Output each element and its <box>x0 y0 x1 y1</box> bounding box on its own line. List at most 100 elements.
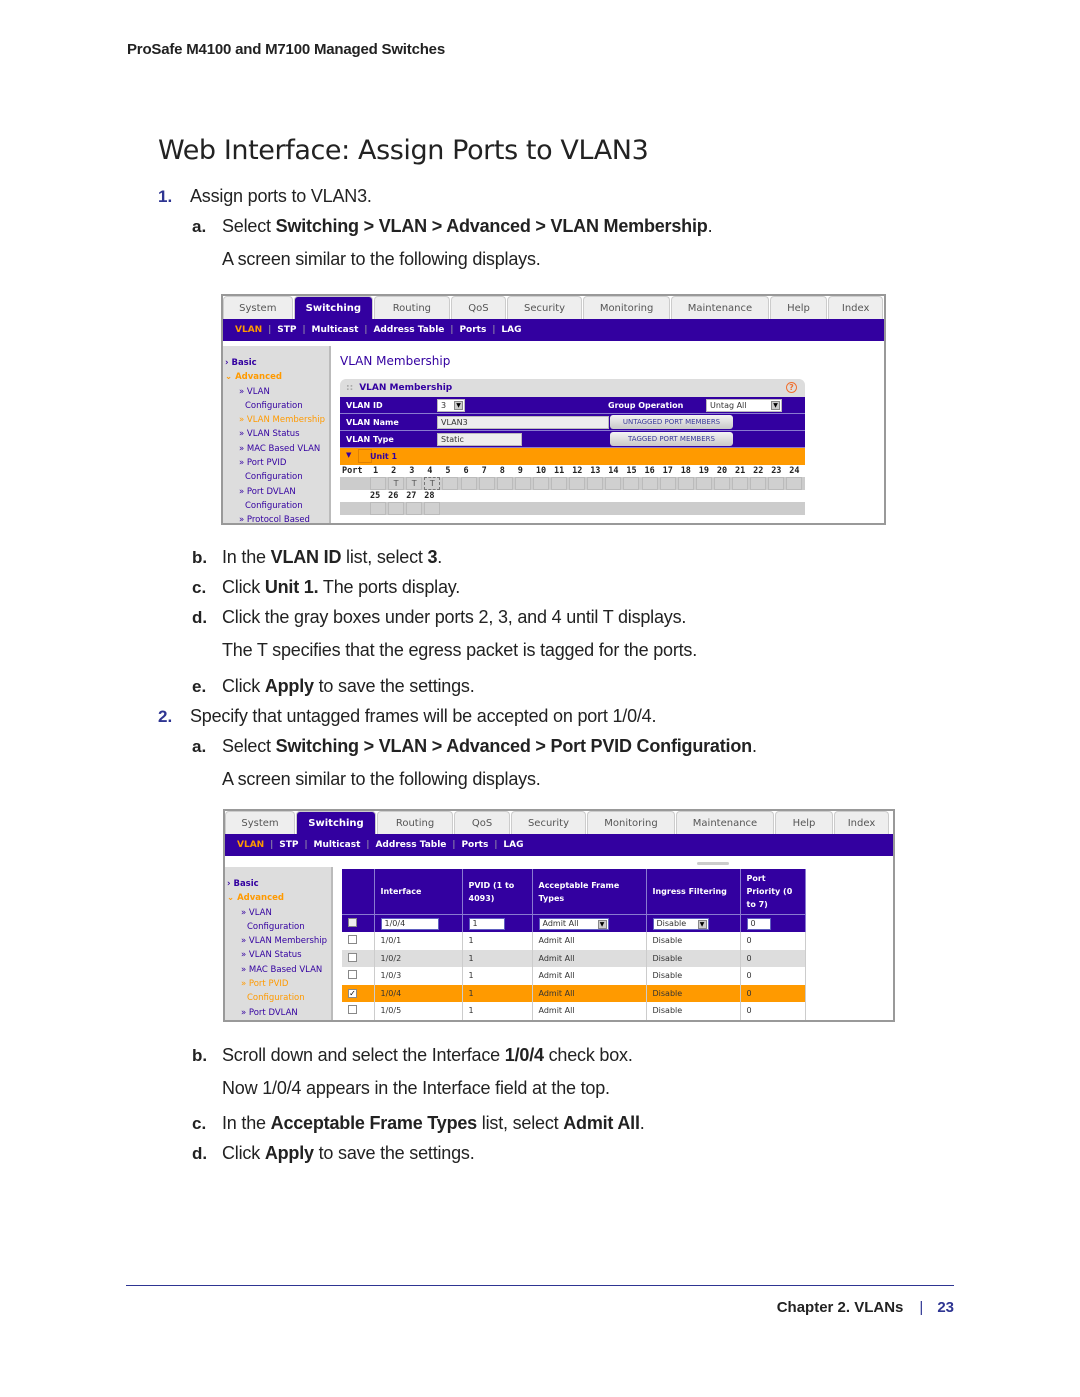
tab-routing[interactable]: Routing <box>374 296 450 319</box>
port-toggle-cell[interactable] <box>370 477 386 490</box>
sidebar-item[interactable]: » Protocol Based <box>225 513 329 523</box>
sidebar-item[interactable]: » VLAN Status <box>227 948 331 962</box>
tab-routing[interactable]: Routing <box>377 811 453 834</box>
tab-qos[interactable]: QoS <box>450 296 507 319</box>
sidebar-item[interactable]: ⌄ Advanced <box>225 370 329 384</box>
tab-qos[interactable]: QoS <box>454 811 510 834</box>
port-toggle-cell[interactable] <box>388 502 405 515</box>
port-toggle-cell[interactable] <box>370 502 386 515</box>
tab-system[interactable]: System <box>223 296 293 319</box>
sidebar-item[interactable]: » VLAN Status <box>225 427 329 441</box>
tagged-port-members-button[interactable]: TAGGED PORT MEMBERS <box>610 432 733 446</box>
table-row[interactable]: 1/0/2 1 Admit All Disable 0 <box>342 949 806 967</box>
tab-monitoring[interactable]: Monitoring <box>582 296 671 319</box>
interface-input[interactable]: 1/0/4 <box>380 917 439 930</box>
port-toggle-cell[interactable] <box>641 477 658 490</box>
tab-help[interactable]: Help <box>775 811 833 834</box>
port-toggle-cell[interactable] <box>460 477 477 490</box>
sidebar-item[interactable]: » Port DVLAN <box>225 485 329 499</box>
sidebar-item[interactable]: › Basic <box>227 877 331 891</box>
tab-monitoring[interactable]: Monitoring <box>587 811 675 834</box>
frame-types-select[interactable]: Admit All ▼ <box>538 917 609 930</box>
sidebar-item[interactable]: Configuration <box>227 991 331 1005</box>
row-checkbox[interactable] <box>348 1005 357 1015</box>
row-checkbox[interactable]: ✓ <box>348 988 357 998</box>
port-toggle-cell[interactable] <box>478 477 495 490</box>
sidebar-item[interactable]: » Port PVID <box>227 977 331 991</box>
tab-maintenance[interactable]: Maintenance <box>676 811 774 834</box>
subnav-multicast[interactable]: Multicast <box>314 840 361 850</box>
port-toggle-cell[interactable] <box>605 477 622 490</box>
help-icon[interactable]: ? <box>786 382 797 393</box>
port-toggle-cell[interactable] <box>713 477 730 490</box>
tab-index[interactable]: Index <box>834 811 889 834</box>
port-toggle-cell[interactable]: T <box>388 477 405 490</box>
port-toggle-cell[interactable] <box>551 477 567 490</box>
port-toggle-cell[interactable] <box>442 477 459 490</box>
subnav-address-table[interactable]: Address Table <box>373 325 444 335</box>
subnav-address-table[interactable]: Address Table <box>375 840 446 850</box>
subnav-stp[interactable]: STP <box>279 840 298 850</box>
subnav-ports[interactable]: Ports <box>461 840 488 850</box>
table-row[interactable]: ✓ 1/0/4 1 Admit All Disable 0 <box>342 984 806 1002</box>
port-toggle-cell[interactable] <box>659 477 676 490</box>
port-toggle-cell[interactable] <box>732 477 748 490</box>
port-toggle-cell[interactable] <box>677 477 694 490</box>
port-toggle-cell[interactable] <box>406 502 423 515</box>
subnav-stp[interactable]: STP <box>277 325 296 335</box>
tab-switching[interactable]: Switching <box>296 811 376 834</box>
select-all-checkbox[interactable] <box>348 918 357 927</box>
port-toggle-cell[interactable] <box>569 477 586 490</box>
tab-maintenance[interactable]: Maintenance <box>671 296 769 319</box>
unit-1-toggle[interactable]: ▼ Unit 1 <box>340 448 805 465</box>
sidebar-item[interactable]: » VLAN Membership <box>225 413 329 427</box>
vlan-id-select[interactable]: 3 ▼ <box>437 399 465 412</box>
scroll-indicator[interactable] <box>697 862 729 865</box>
untagged-port-members-button[interactable]: UNTAGGED PORT MEMBERS <box>610 415 733 429</box>
sidebar-item[interactable]: Configuration <box>225 399 329 413</box>
subnav-lag[interactable]: LAG <box>503 840 523 850</box>
tab-help[interactable]: Help <box>769 296 828 319</box>
sidebar-item[interactable]: Configuration <box>225 499 329 513</box>
port-toggle-cell[interactable] <box>623 477 640 490</box>
sidebar-item[interactable]: » VLAN <box>227 906 331 920</box>
port-toggle-cell[interactable] <box>514 477 531 490</box>
table-row[interactable]: 1/0/3 1 Admit All Disable 0 <box>342 967 806 985</box>
sidebar-item[interactable]: » VLAN Membership <box>227 934 331 948</box>
sidebar-item[interactable]: » MAC Based VLAN <box>227 963 331 977</box>
group-operation-select[interactable]: Untag All ▼ <box>706 399 782 412</box>
ingress-select[interactable]: Disable ▼ <box>652 917 709 930</box>
subnav-multicast[interactable]: Multicast <box>312 325 359 335</box>
port-toggle-cell[interactable]: T <box>406 477 423 490</box>
sidebar-item[interactable]: › Basic <box>225 356 329 370</box>
sidebar-item[interactable]: » VLAN <box>225 385 329 399</box>
tab-system[interactable]: System <box>225 811 295 834</box>
sidebar-item[interactable]: Configuration <box>225 470 329 484</box>
sidebar-item[interactable]: » MAC Based VLAN <box>225 442 329 456</box>
port-toggle-cell[interactable] <box>532 477 549 490</box>
subnav-vlan[interactable]: VLAN <box>235 325 262 335</box>
subnav-ports[interactable]: Ports <box>459 325 486 335</box>
port-toggle-cell[interactable] <box>750 477 767 490</box>
subnav-vlan[interactable]: VLAN <box>237 840 264 850</box>
port-toggle-cell[interactable] <box>695 477 712 490</box>
subnav-lag[interactable]: LAG <box>501 325 521 335</box>
row-checkbox[interactable] <box>348 935 357 945</box>
vlan-name-input[interactable]: VLAN3 <box>437 416 609 429</box>
tab-switching[interactable]: Switching <box>293 296 374 319</box>
port-toggle-cell[interactable] <box>424 502 441 515</box>
priority-input[interactable]: 0 <box>746 917 771 930</box>
sidebar-item[interactable]: » Port PVID <box>225 456 329 470</box>
sidebar-item[interactable]: » Port DVLAN <box>227 1006 331 1020</box>
pvid-input[interactable]: 1 <box>468 917 505 930</box>
tab-security[interactable]: Security <box>507 296 582 319</box>
row-checkbox[interactable] <box>348 970 357 980</box>
tab-index[interactable]: Index <box>828 296 883 319</box>
port-toggle-cell[interactable] <box>496 477 513 490</box>
sidebar-item[interactable]: Configuration <box>227 920 331 934</box>
table-row[interactable]: 1/0/1 1 Admit All Disable 0 <box>342 932 806 950</box>
port-toggle-cell[interactable] <box>587 477 604 490</box>
port-toggle-cell[interactable]: T <box>424 477 441 490</box>
port-toggle-cell[interactable] <box>786 477 803 490</box>
port-toggle-cell[interactable] <box>768 477 785 490</box>
